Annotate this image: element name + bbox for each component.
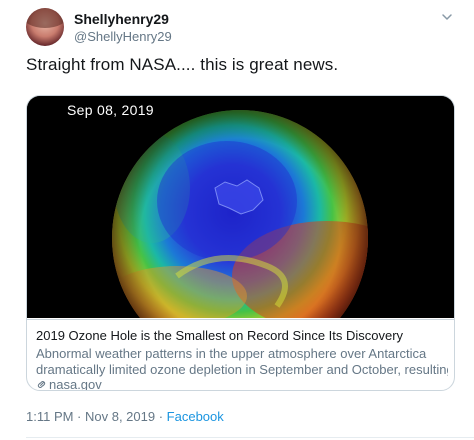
card-domain[interactable]: nasa.gov: [36, 377, 102, 391]
tweet-timestamp[interactable]: 1:11 PM · Nov 8, 2019: [26, 409, 155, 424]
link-icon: [37, 381, 46, 388]
tweet-text: Straight from NASA.... this is great new…: [26, 55, 339, 74]
avatar-hair: [26, 8, 64, 28]
tweet: Shellyhenry29 @ShellyHenry29 Straight fr…: [0, 0, 474, 440]
ozone-globe-graphic: [27, 96, 454, 318]
display-name[interactable]: Shellyhenry29: [74, 11, 169, 27]
link-card[interactable]: Sep 08, 2019 2019 Ozone Hole is the Smal…: [26, 95, 455, 391]
card-description-line: dramatically limited ozone depletion in …: [36, 362, 448, 377]
chevron-down-icon[interactable]: [440, 10, 454, 24]
card-description-line: Abnormal weather patterns in the upper a…: [36, 346, 427, 361]
user-handle[interactable]: @ShellyHenry29: [74, 29, 172, 44]
card-description: Abnormal weather patterns in the upper a…: [36, 346, 448, 378]
avatar[interactable]: [26, 8, 64, 46]
card-title[interactable]: 2019 Ozone Hole is the Smallest on Recor…: [36, 328, 403, 343]
card-body[interactable]: 2019 Ozone Hole is the Smallest on Recor…: [27, 319, 454, 391]
image-date-label: Sep 08, 2019: [67, 102, 154, 118]
meta-separator: ·: [155, 409, 167, 424]
card-domain-text: nasa.gov: [49, 377, 102, 391]
ozone-map-image[interactable]: Sep 08, 2019: [27, 96, 454, 318]
divider: [26, 437, 474, 438]
tweet-meta: 1:11 PM · Nov 8, 2019 · Facebook: [26, 409, 224, 424]
tweet-source-link[interactable]: Facebook: [167, 409, 224, 424]
